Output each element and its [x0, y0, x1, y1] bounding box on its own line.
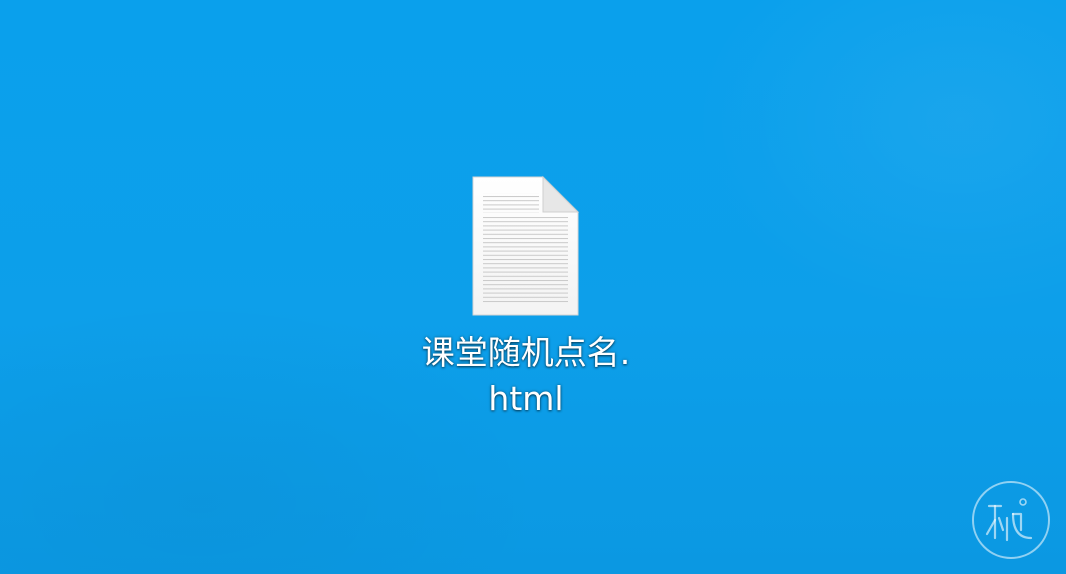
file-name-label: 课堂随机点名. html: [395, 330, 657, 422]
file-name-line2: html: [488, 379, 564, 418]
file-name-line1: 课堂随机点名.: [421, 333, 631, 372]
desktop-file-item[interactable]: 课堂随机点名. html: [395, 170, 657, 425]
logo-watermark-icon: [972, 481, 1050, 559]
text-document-icon: [472, 175, 580, 316]
